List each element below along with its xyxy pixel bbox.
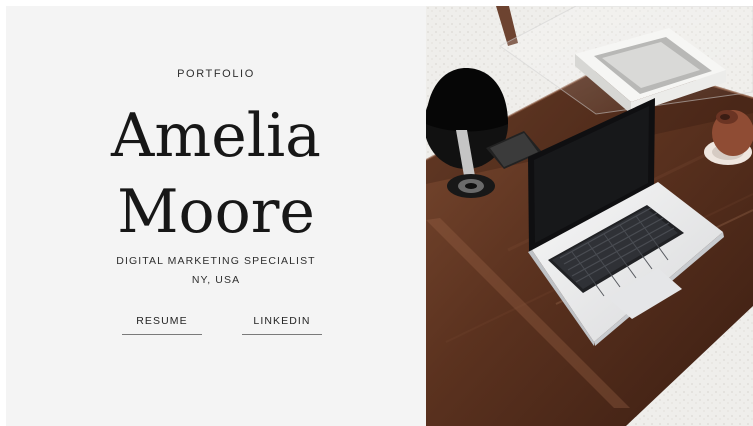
linkedin-link[interactable]: LINKEDIN <box>242 313 322 339</box>
last-name-heading: Moore <box>117 177 315 247</box>
linkedin-link-label: LINKEDIN <box>242 313 322 335</box>
resume-link[interactable]: RESUME <box>122 313 202 339</box>
workspace-photo <box>426 6 753 426</box>
first-name-heading: Amelia <box>111 101 321 171</box>
resume-link-label: RESUME <box>122 313 202 335</box>
location-text: NY, USA <box>191 274 241 286</box>
portfolio-slide: PORTFOLIO Amelia Moore DIGITAL MARKETING… <box>0 0 753 426</box>
workspace-illustration <box>426 6 753 426</box>
job-title: DIGITAL MARKETING SPECIALIST <box>116 255 316 267</box>
portfolio-label: PORTFOLIO <box>177 68 255 80</box>
intro-panel: PORTFOLIO Amelia Moore DIGITAL MARKETING… <box>6 6 426 426</box>
